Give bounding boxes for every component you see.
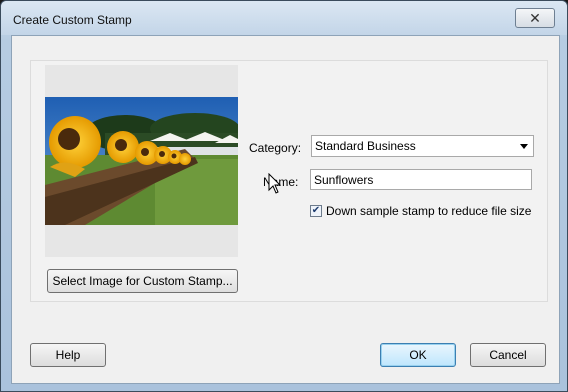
title-bar[interactable]: Create Custom Stamp ✕ (1, 1, 567, 35)
stamp-options-panel: Select Image for Custom Stamp... Categor… (30, 60, 548, 302)
downsample-label: Down sample stamp to reduce file size (326, 204, 532, 218)
downsample-option[interactable]: ✔ Down sample stamp to reduce file size (310, 204, 531, 218)
sunflowers-image (45, 97, 238, 225)
mouse-cursor-icon (268, 173, 282, 194)
ok-button[interactable]: OK (380, 343, 456, 367)
name-input[interactable] (310, 169, 532, 190)
category-selected-value: Standard Business (315, 139, 416, 153)
dialog-title: Create Custom Stamp (13, 13, 132, 27)
select-image-button[interactable]: Select Image for Custom Stamp... (47, 269, 238, 293)
image-preview (45, 65, 238, 257)
dialog-window: Create Custom Stamp ✕ Select Image for C… (0, 0, 568, 392)
downsample-checkbox[interactable]: ✔ (310, 205, 322, 217)
dialog-body: Select Image for Custom Stamp... Categor… (11, 35, 560, 384)
category-dropdown[interactable]: Standard Business (311, 135, 534, 157)
checkmark-icon: ✔ (311, 205, 321, 216)
close-button[interactable]: ✕ (515, 8, 555, 28)
dropdown-arrow-icon (520, 144, 528, 149)
sunflowers-photo (45, 97, 238, 225)
cancel-button[interactable]: Cancel (470, 343, 546, 367)
close-icon: ✕ (529, 9, 541, 26)
help-button[interactable]: Help (30, 343, 106, 367)
category-label: Category: (249, 141, 302, 155)
